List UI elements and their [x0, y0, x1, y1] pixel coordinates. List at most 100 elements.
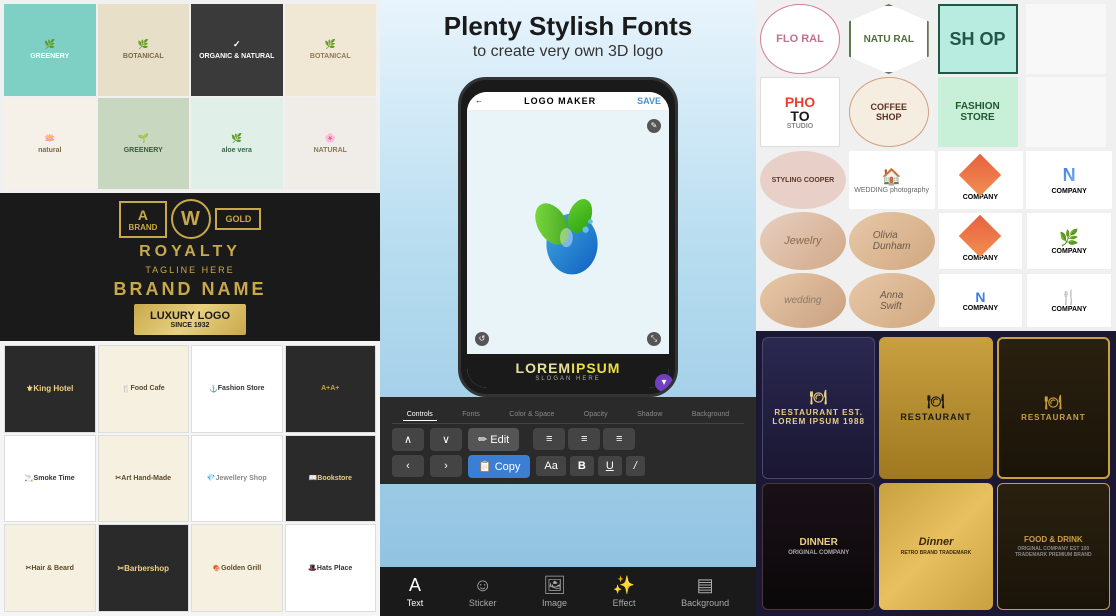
- image-nav-label: Image: [542, 598, 567, 608]
- ipsum-label: IPSUM: [571, 360, 620, 376]
- logo-label: BOTANICAL: [310, 53, 351, 60]
- phone-screen: ← LOGO MAKER SAVE: [467, 92, 669, 388]
- logo-cell[interactable]: 🌸NATURAL: [285, 98, 377, 190]
- logo-cell[interactable]: 🪷natural: [4, 98, 96, 190]
- tab-shadow[interactable]: Shadow: [633, 409, 666, 421]
- logo-cell[interactable]: 🌿BOTANICAL: [285, 4, 377, 96]
- restaurant-badge-2[interactable]: 🍽 RESTAURANT: [879, 337, 992, 479]
- luxury-logo[interactable]: LUXURY LOGO SINCE 1932: [134, 304, 246, 335]
- next-button[interactable]: ›: [430, 455, 462, 477]
- fashion-store-badge[interactable]: FASHIONSTORE: [938, 77, 1018, 147]
- bold-button[interactable]: B: [570, 456, 594, 476]
- royalty-logo[interactable]: W: [171, 199, 211, 239]
- anna-swift-logo[interactable]: AnnaSwift: [849, 273, 935, 328]
- photo-badge[interactable]: PHOTO STUDIO: [760, 77, 840, 147]
- vintage-logo[interactable]: 🍴 Food Cafe: [98, 345, 190, 433]
- gold-logo[interactable]: GOLD: [215, 208, 261, 230]
- down-button[interactable]: ∨: [430, 428, 462, 451]
- italic-button[interactable]: /: [626, 456, 645, 476]
- vintage-logo[interactable]: ✂ Art Hand-Made: [98, 435, 190, 523]
- company-label: COMPANY: [1051, 188, 1086, 195]
- nav-background[interactable]: ▤ Background: [681, 575, 729, 608]
- logo-cell[interactable]: 🌿GREENERY: [4, 4, 96, 96]
- save-button[interactable]: SAVE: [637, 96, 661, 106]
- wedding-photography-logo[interactable]: 🏠 WEDDING photography: [849, 151, 935, 209]
- restaurant-badge-1[interactable]: 🍽 RESTAURANT EST. LOREM IPSUM 1988: [762, 337, 875, 479]
- underline-button[interactable]: U: [598, 456, 622, 476]
- tab-color[interactable]: Color & Space: [505, 409, 558, 421]
- tab-controls[interactable]: Controls: [403, 409, 437, 421]
- vintage-logo[interactable]: ✂ Hair & Beard: [4, 524, 96, 612]
- vintage-logo[interactable]: 💎 Jewellery Shop: [191, 435, 283, 523]
- rotate-handle[interactable]: ↺: [475, 332, 489, 346]
- aa-button[interactable]: Aa: [536, 456, 565, 476]
- left-panel: 🌿GREENERY 🌿BOTANICAL ✓ORGANIC & NATURAL …: [0, 0, 380, 616]
- logo-cell[interactable]: 🌱GREENERY: [98, 98, 190, 190]
- vintage-logo[interactable]: 🍖 Golden Grill: [191, 524, 283, 612]
- back-icon[interactable]: ←: [475, 96, 483, 105]
- logo-cell[interactable]: 🌿aloe vera: [191, 98, 283, 190]
- company-logo-6[interactable]: 🍴 COMPANY: [1026, 273, 1112, 328]
- sticker-icon: ☺: [473, 575, 491, 596]
- nav-sticker[interactable]: ☺ Sticker: [469, 575, 497, 608]
- coffee-shop-badge[interactable]: COFFEESHOP: [849, 77, 929, 147]
- logo-label: ORGANIC & NATURAL: [199, 53, 274, 60]
- align-center-button[interactable]: ≡: [568, 428, 600, 450]
- company-logo-4[interactable]: 🌿 COMPANY: [1026, 212, 1112, 270]
- empty-cell-2: [1026, 77, 1106, 147]
- vintage-logo[interactable]: 🎩 Hats Place: [285, 524, 377, 612]
- logo-cell[interactable]: ✓ORGANIC & NATURAL: [191, 4, 283, 96]
- company-n-logo[interactable]: N COMPANY: [1026, 151, 1112, 209]
- resize-handle[interactable]: ⤡: [647, 332, 661, 346]
- expand-button[interactable]: ▾: [655, 374, 673, 392]
- nav-image[interactable]: 🖼 Image: [542, 575, 567, 608]
- jewelry-logo[interactable]: Jewelry: [760, 212, 846, 270]
- align-right-button[interactable]: ≡: [603, 428, 635, 450]
- edit-handle[interactable]: ✎: [647, 119, 661, 133]
- phone-logo-area: ↺ ✎ ⤡: [467, 111, 669, 354]
- align-left-button[interactable]: ≡: [533, 428, 565, 450]
- natural-badge[interactable]: NATU RAL: [849, 4, 929, 74]
- effect-icon: ✨: [613, 575, 635, 596]
- tab-fonts[interactable]: Fonts: [458, 409, 484, 421]
- brand-logo[interactable]: A BRAND: [119, 201, 168, 238]
- vintage-logo[interactable]: A+ A+: [285, 345, 377, 433]
- controls-row-1: ∧ ∨ ✏ Edit ≡ ≡ ≡: [392, 428, 744, 451]
- restaurant-badge-3[interactable]: 🍽 RESTAURANT: [997, 337, 1110, 479]
- copy-button[interactable]: 📋Copy: [468, 455, 530, 478]
- olivia-logo[interactable]: OliviaDunham: [849, 212, 935, 270]
- vintage-logos-grid: ⚜ King Hotel 🍴 Food Cafe ⚓ Fashion Store…: [0, 341, 380, 616]
- nav-effect[interactable]: ✨ Effect: [613, 575, 636, 608]
- vintage-logo[interactable]: 📖 Bookstore: [285, 435, 377, 523]
- company-logo-5[interactable]: N COMPANY: [938, 273, 1024, 328]
- tab-opacity[interactable]: Opacity: [580, 409, 612, 421]
- styling-cooper-logo[interactable]: STYLING COOPER: [760, 151, 846, 209]
- company-logo-3[interactable]: COMPANY: [938, 212, 1024, 270]
- vintage-logo[interactable]: ⚜ King Hotel: [4, 345, 96, 433]
- prev-button[interactable]: ‹: [392, 455, 424, 477]
- background-nav-label: Background: [681, 598, 729, 608]
- wedding-logo[interactable]: wedding: [760, 273, 846, 328]
- text-nav-label: Text: [407, 598, 424, 608]
- image-icon: 🖼: [543, 575, 566, 596]
- logo-label: GREENERY: [124, 147, 163, 154]
- dinner-badge-2[interactable]: Dinner RETRO BRAND TRADEMARK: [879, 483, 992, 611]
- vintage-logo[interactable]: 🚬 Smoke Time: [4, 435, 96, 523]
- vintage-logo[interactable]: ⚓ Fashion Store: [191, 345, 283, 433]
- diamond-icon-2: [959, 214, 1001, 256]
- phone-header: ← LOGO MAKER SAVE: [467, 92, 669, 111]
- tab-background[interactable]: Background: [688, 409, 733, 421]
- vintage-logo[interactable]: ✂ Barbershop: [98, 524, 190, 612]
- floral-badge[interactable]: FLO RAL: [760, 4, 840, 74]
- logo-cell[interactable]: 🌿BOTANICAL: [98, 4, 190, 96]
- company-diamond-logo[interactable]: COMPANY: [938, 151, 1024, 209]
- nav-text[interactable]: A Text: [407, 575, 424, 608]
- edit-button[interactable]: ✏ Edit: [468, 428, 519, 451]
- company-label: COMPANY: [1051, 306, 1086, 313]
- up-button[interactable]: ∧: [392, 428, 424, 451]
- food-drink-badge[interactable]: FOOD & DRINK ORIGINAL COMPANY EST 100 TR…: [997, 483, 1110, 611]
- dinner-badge-1[interactable]: DINNER ORIGINAL COMPANY: [762, 483, 875, 611]
- tagline-label: TAGLINE HERE: [145, 265, 234, 275]
- shop-badge[interactable]: SH OP: [938, 4, 1018, 74]
- company-label: STYLING COOPER: [772, 177, 835, 184]
